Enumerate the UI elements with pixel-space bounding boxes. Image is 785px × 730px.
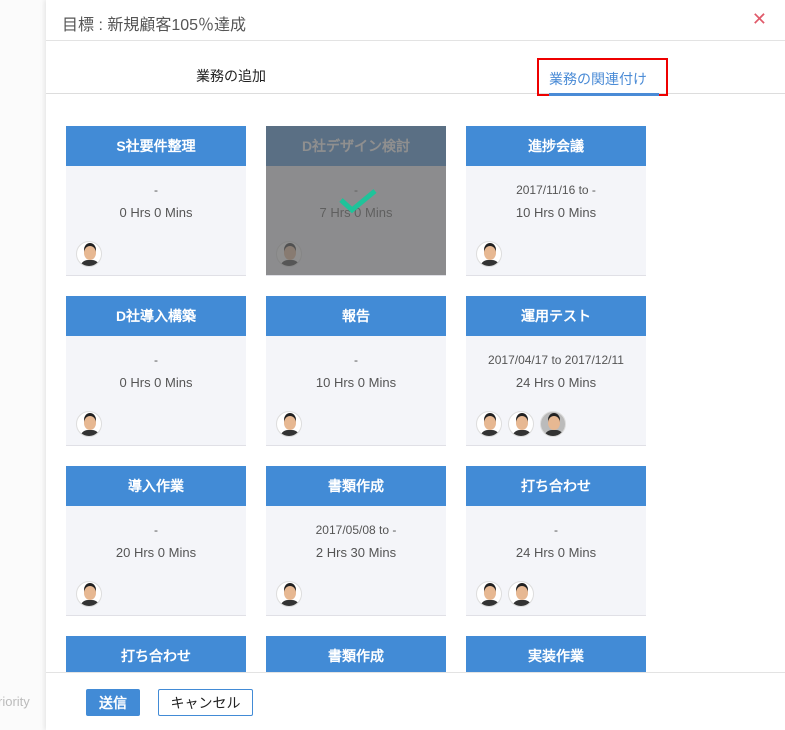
task-hours: 24 Hrs 0 Mins [515,545,597,560]
task-card[interactable]: 書類作成 [266,636,446,672]
tab-add-task[interactable]: 業務の追加 [196,66,266,86]
avatar [76,581,102,607]
tab-link-task[interactable]: 業務の関連付け [537,58,668,96]
task-card-title: 打ち合わせ [466,466,646,506]
modal-header: 目標 : 新規顧客105％達成 ✕ [46,0,785,41]
task-hours: 20 Hrs 0 Mins [115,545,197,560]
task-card[interactable]: 報告 - 10 Hrs 0 Mins [266,296,446,446]
avatar [276,581,302,607]
avatar [276,411,302,437]
modal-footer: 送信 キャンセル [46,672,785,730]
task-card[interactable]: 打ち合わせ - 24 Hrs 0 Mins [466,466,646,616]
task-dates: 2017/05/08 to - [315,523,397,537]
avatar [508,411,534,437]
task-card-title: S社要件整理 [66,126,246,166]
task-card[interactable]: S社要件整理 - 0 Hrs 0 Mins [66,126,246,276]
task-dates: - [154,353,158,367]
modal-title: 目標 : 新規顧客105％達成 [62,17,247,34]
task-dates: - [554,523,558,537]
avatar [508,581,534,607]
task-card-title: 実装作業 [466,636,646,672]
task-hours: 0 Hrs 0 Mins [119,205,193,220]
avatar [476,581,502,607]
task-card-title: 運用テスト [466,296,646,336]
goal-modal: 目標 : 新規顧客105％達成 ✕ 業務の追加 業務の関連付け S社要件整理 - 0… [46,0,785,730]
task-hours: 10 Hrs 0 Mins [515,205,597,220]
task-card[interactable]: 書類作成 2017/05/08 to - 2 Hrs 30 Mins [266,466,446,616]
avatar [76,411,102,437]
task-card-title: 報告 [266,296,446,336]
avatar [540,411,566,437]
task-card[interactable]: 打ち合わせ [66,636,246,672]
task-dates: - [154,523,158,537]
task-card[interactable]: 導入作業 - 20 Hrs 0 Mins [66,466,246,616]
tab-bar: 業務の追加 業務の関連付け [46,41,785,96]
avatar [76,241,102,267]
task-card[interactable]: D社デザイン検討 -7 Hrs 0 Mins [266,126,446,276]
task-card-title: 書類作成 [266,636,446,672]
task-card-grid[interactable]: S社要件整理 - 0 Hrs 0 Mins D社デザイン検討 -7 Hrs 0 Mins… [46,94,785,672]
task-hours: 10 Hrs 0 Mins [315,375,397,390]
close-icon[interactable]: ✕ [752,9,767,30]
task-card[interactable]: 運用テスト 2017/04/17 to 2017/12/11 24 Hrs 0 Mi… [466,296,646,446]
task-card-title: 打ち合わせ [66,636,246,672]
task-hours: 2 Hrs 30 Mins [315,545,397,560]
task-dates: - [354,353,358,367]
task-card-title: D社導入構築 [66,296,246,336]
task-card[interactable]: 進捗会議 2017/11/16 to - 10 Hrs 0 Mins [466,126,646,276]
cancel-button[interactable]: キャンセル [158,689,253,716]
avatar [476,241,502,267]
avatar [476,411,502,437]
submit-button[interactable]: 送信 [86,689,140,716]
task-dates: - [154,183,158,197]
background-page: riority [0,0,46,730]
task-card[interactable]: 実装作業 [466,636,646,672]
task-card-title: 進捗会議 [466,126,646,166]
task-hours: 24 Hrs 0 Mins [515,375,597,390]
task-card-title: 書類作成 [266,466,446,506]
task-dates: 2017/11/16 to - [516,183,596,197]
tab-link-task-label: 業務の関連付け [549,69,659,96]
task-dates: 2017/04/17 to 2017/12/11 [488,353,624,367]
task-card[interactable]: D社導入構築 - 0 Hrs 0 Mins [66,296,246,446]
background-text: riority [0,694,30,709]
check-icon [339,189,377,214]
avatar [276,241,302,267]
task-card-title: D社デザイン検討 [266,126,446,166]
task-card-title: 導入作業 [66,466,246,506]
task-hours: 0 Hrs 0 Mins [119,375,193,390]
